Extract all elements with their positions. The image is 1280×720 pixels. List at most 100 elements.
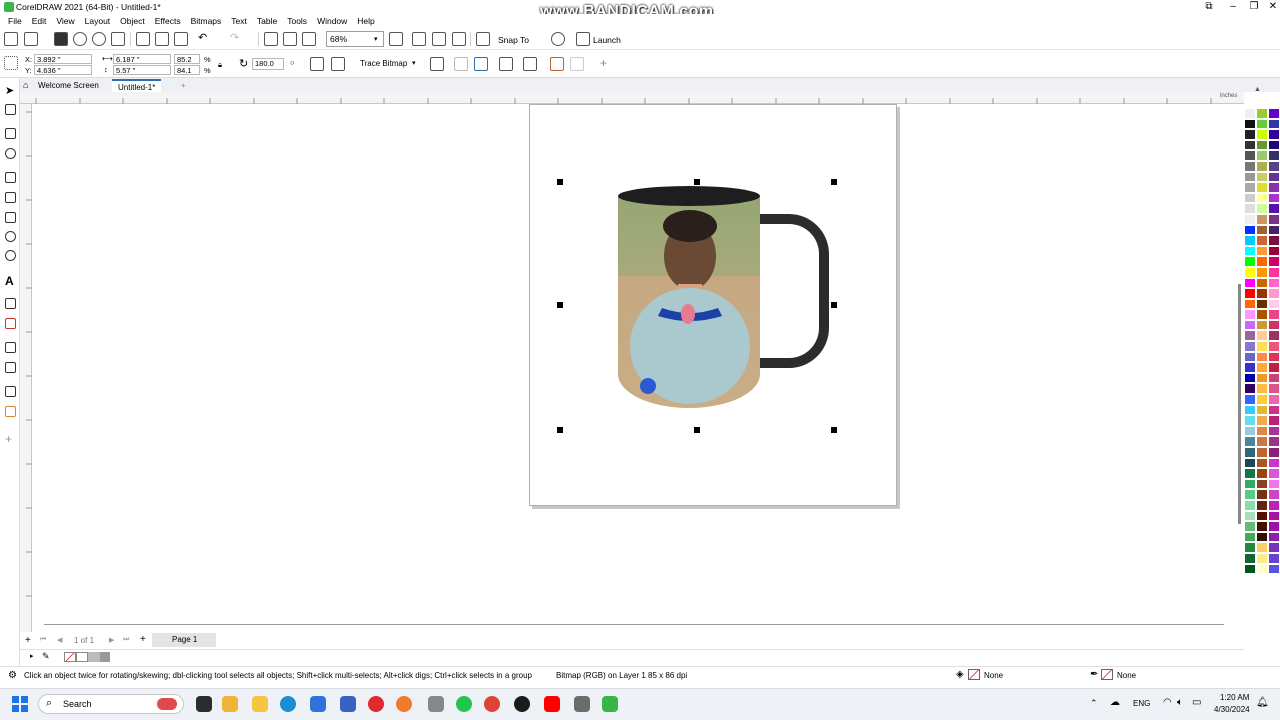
palette-swatch[interactable] (1256, 139, 1268, 151)
palette-swatch[interactable] (1244, 171, 1256, 183)
chevron-up-icon[interactable]: ⌃ (1090, 698, 1098, 709)
connector-tool-icon[interactable] (5, 318, 16, 329)
wrap-text-icon[interactable] (523, 57, 537, 71)
palette-swatch[interactable] (1244, 563, 1256, 575)
trace-bitmap-button[interactable]: Trace Bitmap (360, 59, 407, 68)
palette-swatch[interactable] (1256, 319, 1268, 331)
minimize-button[interactable]: – (1222, 0, 1244, 14)
palette-swatch[interactable] (1256, 309, 1268, 320)
tab-untitled-1[interactable]: Untitled-1* (112, 79, 162, 92)
palette-swatch[interactable] (1244, 531, 1256, 543)
palette-swatch[interactable] (1268, 129, 1280, 140)
white-swatch[interactable] (76, 652, 88, 662)
mirror-vertical-icon[interactable] (331, 57, 345, 71)
palette-swatch[interactable] (1256, 531, 1268, 543)
home-icon[interactable]: ⌂ (23, 80, 28, 90)
palette-swatch[interactable] (1244, 224, 1256, 236)
palette-swatch[interactable] (1256, 425, 1268, 437)
palette-swatch[interactable] (1256, 372, 1268, 384)
palette-swatch[interactable] (1268, 457, 1280, 469)
print-icon[interactable] (111, 32, 125, 46)
menu-text[interactable]: Text (227, 14, 253, 28)
palette-swatch[interactable] (1256, 404, 1268, 416)
wifi-icon[interactable]: ◠ (1163, 697, 1172, 708)
palette-swatch[interactable] (1268, 298, 1280, 310)
palette-swatch[interactable] (1268, 489, 1280, 500)
lock-ratio-icon[interactable]: 🔒︎ (218, 60, 222, 70)
palette-swatch[interactable] (1244, 552, 1256, 564)
app-icon[interactable] (340, 696, 356, 712)
palette-swatch[interactable] (1268, 468, 1280, 479)
show-grid-icon[interactable] (432, 32, 446, 46)
palette-swatch[interactable] (1256, 552, 1268, 564)
ellipse-tool-icon[interactable] (5, 231, 16, 242)
palette-swatch[interactable] (1268, 362, 1280, 373)
scale-height-field[interactable]: 84.1 (174, 65, 200, 75)
palette-swatch[interactable] (1256, 213, 1268, 225)
palette-swatch[interactable] (1244, 351, 1256, 363)
scroll-thumb[interactable] (1238, 284, 1241, 524)
palette-swatch[interactable] (1268, 372, 1280, 384)
add-tab-button[interactable]: + (175, 79, 192, 92)
to-front-icon[interactable] (550, 57, 564, 71)
palette-swatch[interactable] (1244, 436, 1256, 447)
palette-swatch[interactable] (1244, 150, 1256, 161)
chevron-down-icon[interactable]: ▾ (374, 35, 378, 43)
palette-swatch[interactable] (1256, 182, 1268, 193)
palette-swatch[interactable] (1256, 108, 1268, 119)
palette-swatch[interactable] (1244, 510, 1256, 522)
palette-swatch[interactable] (1268, 436, 1280, 447)
palette-swatch[interactable] (1244, 542, 1256, 553)
palette-swatch[interactable] (1244, 457, 1256, 469)
app-icon[interactable] (428, 696, 444, 712)
palette-swatch[interactable] (1256, 468, 1268, 479)
palette-swatch[interactable] (1256, 563, 1268, 575)
undo-icon[interactable]: ↶ (198, 31, 212, 45)
clock-time[interactable]: 1:20 AM (1220, 693, 1249, 702)
palette-swatch[interactable] (1256, 171, 1268, 183)
add-tool-icon[interactable]: + (5, 432, 16, 446)
palette-swatch[interactable] (1256, 160, 1268, 172)
rotation-angle-field[interactable]: 180.0 (252, 58, 284, 70)
file-explorer-icon[interactable] (252, 696, 268, 712)
edit-bitmap-icon[interactable] (430, 57, 444, 71)
palette-swatch[interactable] (1268, 182, 1280, 193)
eyedropper-icon[interactable]: ✎ (42, 651, 50, 662)
menu-bitmaps[interactable]: Bitmaps (187, 14, 228, 28)
palette-swatch[interactable] (1268, 150, 1280, 161)
palette-swatch[interactable] (1244, 383, 1256, 395)
gray-swatch[interactable] (88, 652, 100, 662)
pick-tool-icon[interactable]: ➤ (5, 84, 16, 97)
menu-window[interactable]: Window (313, 14, 353, 28)
whatsapp-icon[interactable] (456, 696, 472, 712)
import-icon[interactable] (264, 32, 278, 46)
language-indicator[interactable]: ENG (1133, 699, 1150, 708)
palette-swatch[interactable] (1256, 394, 1268, 405)
palette-swatch[interactable] (1244, 319, 1256, 331)
palette-swatch[interactable] (1268, 224, 1280, 236)
palette-swatch[interactable] (1268, 415, 1280, 426)
palette-swatch[interactable] (1256, 489, 1268, 500)
volume-icon[interactable]: 🔈︎ (1177, 697, 1183, 708)
transparency-tool-icon[interactable] (5, 362, 16, 373)
palette-swatch[interactable] (1268, 447, 1280, 458)
text-tool-icon[interactable]: A (5, 274, 16, 288)
page-tab[interactable]: Page 1 (152, 633, 216, 647)
palette-swatch[interactable] (1244, 213, 1256, 225)
firefox-icon[interactable] (396, 696, 412, 712)
artistic-media-icon[interactable] (5, 192, 16, 203)
first-page-icon[interactable]: ⏮ (40, 636, 46, 644)
palette-swatch[interactable] (1244, 277, 1256, 289)
palette-swatch[interactable] (1268, 531, 1280, 543)
palette-swatch[interactable] (1244, 468, 1256, 479)
palette-swatch[interactable] (1256, 383, 1268, 395)
snap-to-button[interactable]: Snap To (498, 35, 529, 45)
snap-to-icon[interactable] (476, 32, 490, 46)
selection-handle-top-left[interactable] (557, 179, 563, 185)
opera-icon[interactable] (368, 696, 384, 712)
palette-swatch[interactable] (1256, 288, 1268, 299)
palette-swatch[interactable] (1268, 319, 1280, 331)
palette-swatch[interactable] (1244, 288, 1256, 299)
parallel-dimension-icon[interactable] (5, 298, 16, 309)
vertical-scrollbar[interactable] (1237, 104, 1243, 624)
